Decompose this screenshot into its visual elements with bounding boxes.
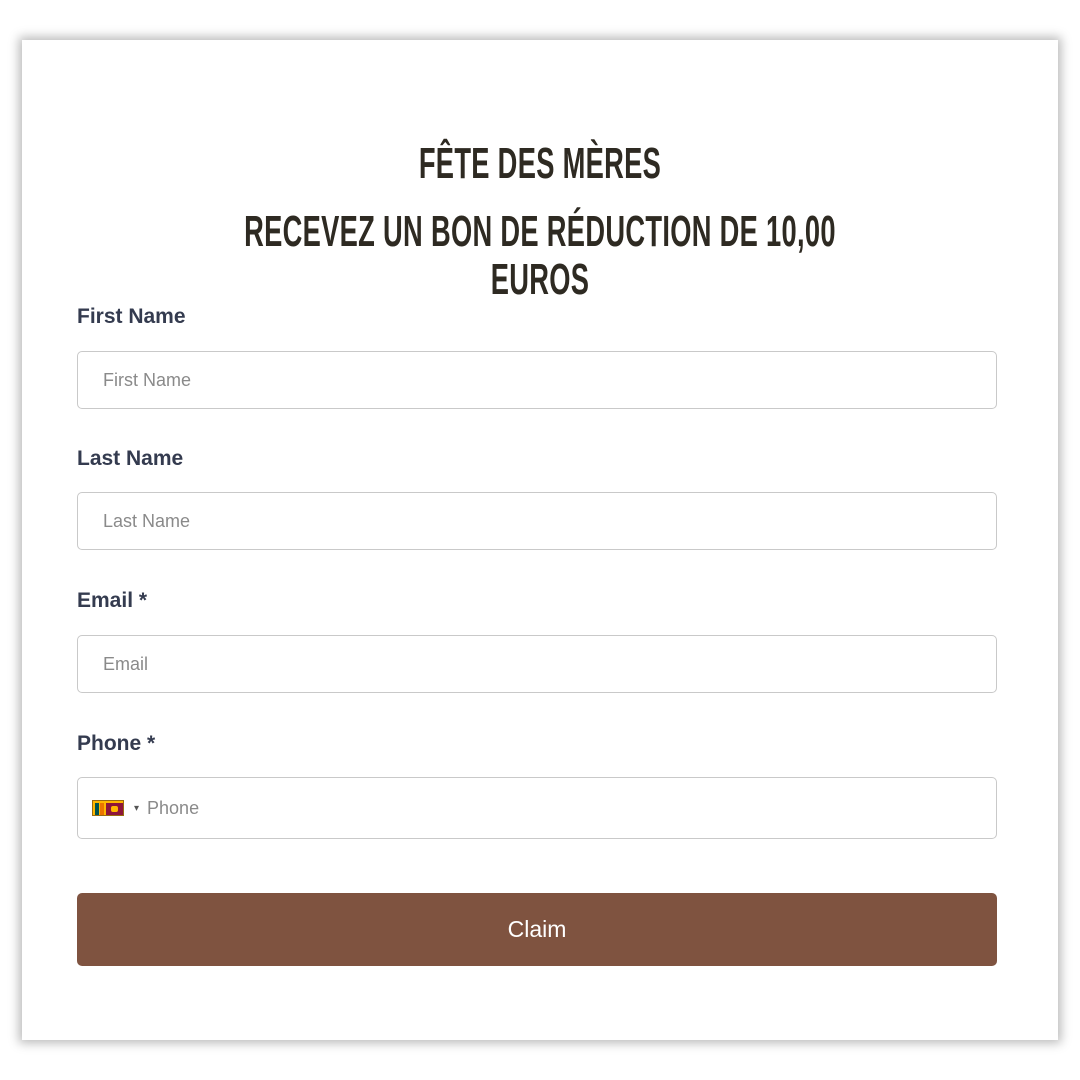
last-name-field[interactable]: Last Name: [77, 492, 997, 550]
first-name-placeholder: First Name: [103, 369, 192, 390]
phone-field[interactable]: ▾ Phone: [77, 777, 997, 839]
email-field[interactable]: Email: [77, 635, 997, 693]
claim-button[interactable]: Claim: [77, 893, 997, 966]
first-name-field[interactable]: First Name: [77, 351, 997, 409]
email-placeholder: Email: [103, 653, 149, 674]
phone-label: Phone *: [77, 732, 156, 755]
form-title: FÊTE DES MÈRES: [418, 139, 662, 188]
sri-lanka-flag-icon[interactable]: [92, 800, 124, 816]
last-name-placeholder: Last Name: [103, 510, 191, 531]
last-name-label: Last Name: [77, 447, 184, 470]
chevron-down-icon[interactable]: ▾: [134, 803, 139, 814]
form-subtitle: RECEVEZ UN BON DE RÉDUCTION DE 10,00 EUR…: [244, 207, 836, 304]
first-name-label: First Name: [77, 305, 186, 328]
phone-placeholder: Phone: [147, 797, 200, 818]
form-card: FÊTE DES MÈRES RECEVEZ UN BON DE RÉDUCTI…: [22, 40, 1058, 1040]
email-label: Email *: [77, 589, 148, 612]
